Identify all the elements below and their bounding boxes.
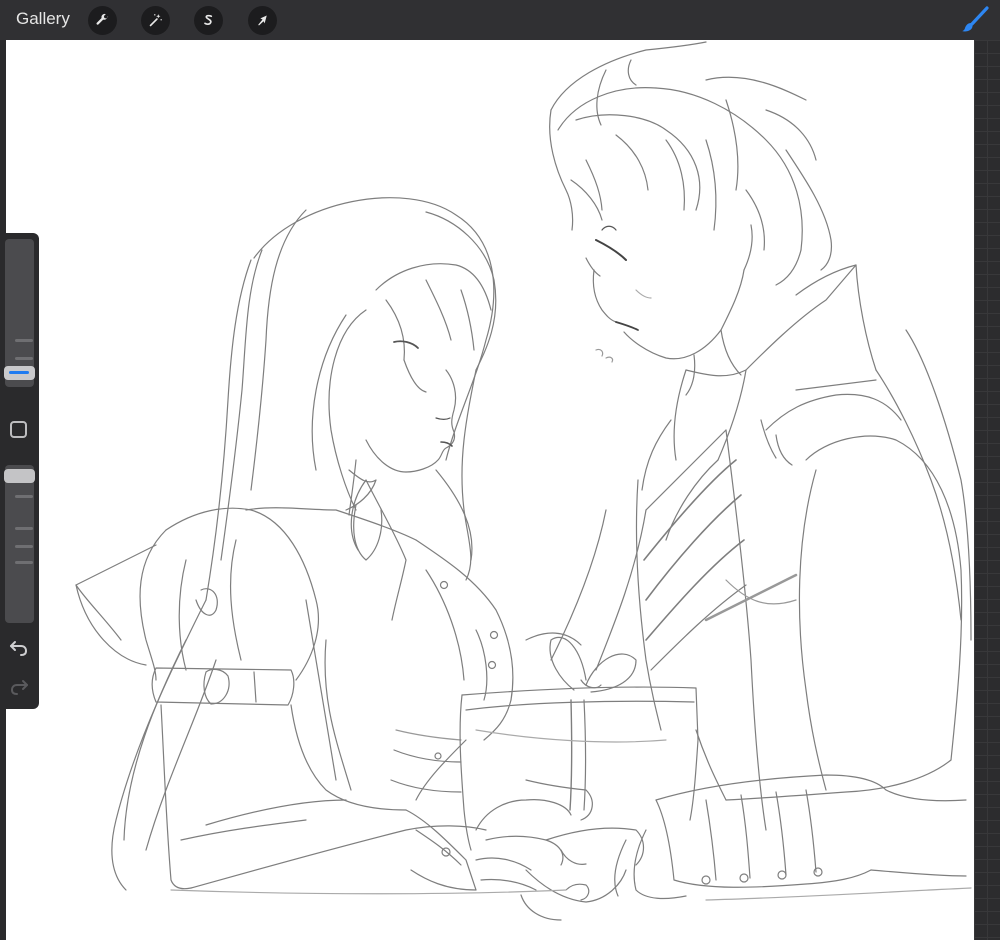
hands: [475, 779, 645, 921]
canvas-background-grid: [974, 40, 1000, 940]
redo-icon[interactable]: [8, 675, 30, 697]
undo-icon[interactable]: [8, 636, 30, 658]
brush-size-handle[interactable]: [4, 366, 35, 380]
top-toolbar: Gallery: [0, 0, 1000, 40]
woman-blouse: [245, 469, 514, 801]
brush-icon[interactable]: [960, 5, 990, 35]
base-scribbles: [170, 887, 972, 901]
left-sidebar: [0, 233, 39, 709]
arrow-cursor-icon[interactable]: [248, 6, 277, 35]
magic-wand-icon[interactable]: [141, 6, 170, 35]
sketch-artwork: [75, 41, 972, 921]
modify-button-square-icon[interactable]: [10, 421, 27, 438]
woman-hair: [111, 197, 497, 891]
woman-face: [348, 340, 457, 516]
drawing-canvas[interactable]: [6, 40, 974, 940]
opacity-slider[interactable]: [5, 465, 34, 623]
man-hair: [549, 41, 833, 286]
opacity-handle[interactable]: [4, 469, 35, 483]
man-coat: [550, 264, 972, 900]
man-face: [585, 224, 753, 396]
wrench-icon[interactable]: [88, 6, 117, 35]
selection-s-icon[interactable]: [194, 6, 223, 35]
woman-sleeve: [75, 507, 487, 891]
gallery-button[interactable]: Gallery: [16, 9, 70, 29]
brush-size-slider[interactable]: [5, 239, 34, 387]
